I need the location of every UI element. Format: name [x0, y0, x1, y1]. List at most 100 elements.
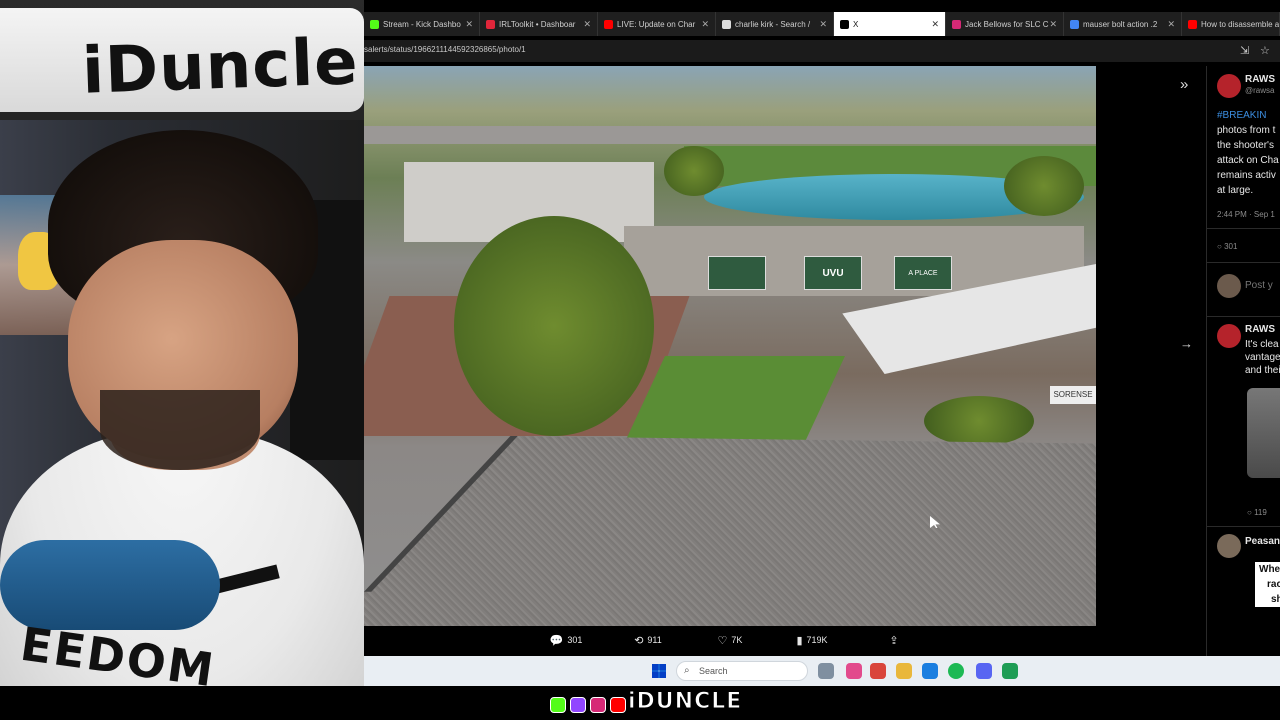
like-button[interactable]: ♡ 7K — [689, 630, 771, 650]
install-app-icon[interactable]: ⇲ — [1240, 44, 1249, 57]
post-text: remains activ — [1217, 170, 1276, 181]
avatar — [1217, 274, 1241, 298]
view-count: 719K — [806, 635, 828, 645]
youtube-icon — [604, 19, 613, 29]
tab-label: mauser bolt action .2 — [1083, 19, 1158, 29]
close-icon[interactable]: ✕ — [465, 19, 473, 30]
reply-timeline: RAWS @rawsa #BREAKIN photos from t the s… — [1206, 66, 1280, 656]
reply-icon: ○ — [1217, 242, 1225, 251]
post-text: at large. — [1217, 185, 1254, 196]
post-text: the shooter's — [1217, 140, 1274, 151]
close-icon[interactable]: ✕ — [819, 19, 827, 30]
x-icon — [840, 19, 849, 29]
instagram-icon — [590, 697, 606, 713]
views-button[interactable]: ▮ 719K — [771, 630, 853, 650]
close-icon[interactable]: ✕ — [583, 19, 591, 30]
photo-banner — [708, 256, 766, 290]
tab-youtube-disassemble[interactable]: How to disassemble a — [1182, 12, 1280, 36]
kick-icon — [550, 697, 566, 713]
windows-start-icon[interactable] — [652, 664, 666, 678]
author-handle[interactable]: @rawsa — [1245, 86, 1274, 95]
reply-icon: 💬 — [549, 634, 564, 647]
tweet-photo[interactable]: UVU A PLACE SORENSE — [364, 66, 1096, 626]
share-button[interactable]: ⇪ — [853, 630, 935, 650]
edge-icon[interactable] — [922, 663, 938, 679]
screen: iDuncle EEDOM Stream - Kick Dashbo ✕ IRL… — [0, 0, 1280, 720]
post-text: sh — [1255, 592, 1280, 607]
google-icon — [1070, 19, 1079, 29]
photo-tree — [1004, 156, 1084, 216]
taskbar-search[interactable]: ⌕ Search — [676, 661, 808, 681]
tab-x-active[interactable]: X ✕ — [834, 12, 946, 36]
reply-count[interactable]: ○ 301 — [1217, 242, 1237, 251]
tab-google[interactable]: mauser bolt action .2 ✕ — [1064, 12, 1182, 36]
repost-button[interactable]: ⟲ 911 — [607, 630, 689, 650]
bar-chart-icon: ▮ — [796, 634, 803, 647]
post-text[interactable]: #BREAKIN — [1217, 108, 1266, 123]
photo-sign: SORENSE — [1050, 386, 1096, 404]
divider — [1207, 228, 1280, 229]
url-text[interactable]: salerts/status/1966211144592326865/photo… — [364, 45, 526, 54]
youtube-icon — [1188, 19, 1197, 29]
photo-banner: UVU — [804, 256, 862, 290]
file-explorer-icon[interactable] — [896, 663, 912, 679]
windows-taskbar: ⌕ Search — [364, 656, 1280, 686]
photo-banner: A PLACE — [894, 256, 952, 290]
copilot-icon[interactable] — [846, 663, 862, 679]
tab-x-search[interactable]: charlie kirk - Search / ✕ — [716, 12, 834, 36]
photo-tree — [664, 146, 724, 196]
reply-count[interactable]: ○ 119 — [1247, 508, 1267, 517]
microphone — [0, 540, 220, 630]
twitch-icon — [570, 697, 586, 713]
reply-count: 301 — [567, 635, 583, 645]
reply-button[interactable]: 💬 301 — [525, 630, 607, 650]
close-icon[interactable]: ✕ — [931, 19, 939, 30]
post-text: rac — [1255, 577, 1280, 592]
streamer-sign: iDuncle — [0, 8, 364, 112]
author-name[interactable]: RAWS — [1245, 74, 1275, 85]
app-icon[interactable] — [1002, 663, 1018, 679]
photo-viewer: UVU A PLACE SORENSE » → 💬 301 ⟲ 911 ♡ 7K… — [364, 62, 1280, 656]
tab-youtube-live[interactable]: LIVE: Update on Char ✕ — [598, 12, 716, 36]
arrow-right-icon[interactable]: → — [1180, 336, 1193, 351]
webcam-overlay: iDuncle EEDOM — [0, 0, 364, 720]
sign-text: iDuncle — [80, 25, 360, 109]
author-name[interactable]: RAWS — [1245, 324, 1275, 335]
x-icon — [722, 19, 731, 29]
reply-prompt[interactable]: Post y — [1245, 278, 1273, 293]
close-icon[interactable]: ✕ — [701, 19, 709, 30]
discord-icon[interactable] — [976, 663, 992, 679]
address-bar[interactable]: salerts/status/1966211144592326865/photo… — [364, 40, 1280, 62]
post-image[interactable] — [1247, 388, 1280, 478]
tab-bar: Stream - Kick Dashbo ✕ IRLToolkit • Dash… — [364, 12, 1280, 36]
browser-window: Stream - Kick Dashbo ✕ IRLToolkit • Dash… — [364, 0, 1280, 720]
tab-irltoolkit[interactable]: IRLToolkit • Dashboar ✕ — [480, 12, 598, 36]
avatar[interactable] — [1217, 74, 1241, 98]
tab-kick[interactable]: Stream - Kick Dashbo ✕ — [364, 12, 480, 36]
bookmark-star-icon[interactable]: ☆ — [1260, 44, 1270, 57]
close-icon[interactable]: ✕ — [1049, 19, 1057, 30]
avatar[interactable] — [1217, 534, 1241, 558]
search-icon: ⌕ — [684, 665, 690, 676]
irltoolkit-icon — [486, 19, 495, 29]
widgets-icon[interactable] — [818, 663, 834, 679]
divider — [1207, 526, 1280, 527]
photo-tree — [454, 216, 654, 436]
chrome-icon[interactable] — [870, 663, 886, 679]
stream-name: iDUNCLE — [627, 689, 743, 715]
post-text: attack on Cha — [1217, 155, 1279, 166]
reply-icon: ○ — [1247, 508, 1255, 517]
reply-count-value: 119 — [1254, 508, 1267, 517]
photo-road — [364, 126, 1096, 144]
beard — [100, 390, 260, 470]
post-text: photos from t — [1217, 125, 1276, 136]
author-name[interactable]: Peasant — [1245, 536, 1280, 547]
share-icon: ⇪ — [889, 634, 899, 647]
expand-icon[interactable]: » — [1180, 76, 1188, 93]
tab-instagram[interactable]: Jack Bellows for SLC C ✕ — [946, 12, 1064, 36]
photo-rooftop — [364, 436, 1096, 626]
post-timestamp[interactable]: 2:44 PM · Sep 1 — [1217, 210, 1275, 219]
avatar[interactable] — [1217, 324, 1241, 348]
spotify-icon[interactable] — [948, 663, 964, 679]
close-icon[interactable]: ✕ — [1167, 19, 1175, 30]
